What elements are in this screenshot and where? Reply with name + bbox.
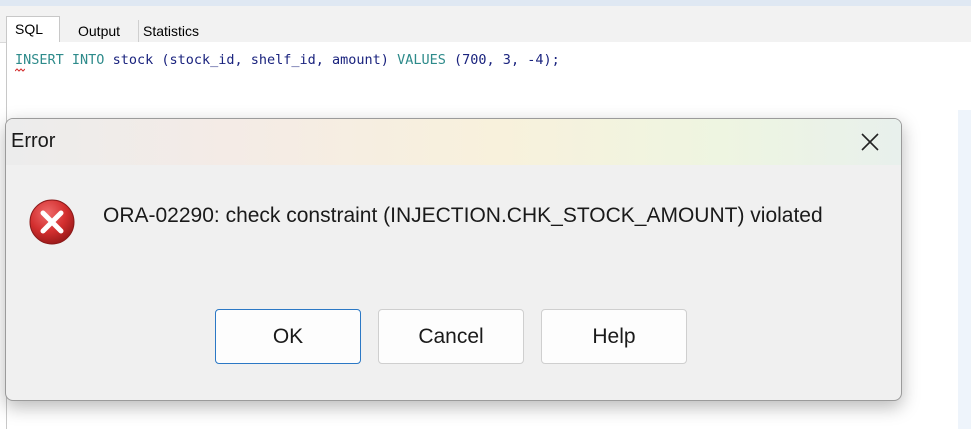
close-icon	[861, 133, 879, 151]
dialog-title: Error	[11, 130, 56, 152]
table-name: stock	[112, 52, 154, 68]
values-open: (	[454, 52, 463, 68]
values-close: );	[543, 52, 560, 68]
tab-output[interactable]: Output	[74, 20, 124, 42]
cancel-button[interactable]: Cancel	[378, 309, 524, 364]
keyword-insert: INSERT	[15, 52, 64, 68]
help-button[interactable]: Help	[541, 309, 687, 364]
tab-bar: SQL Output Statistics	[0, 6, 971, 43]
dialog-titlebar: Error	[6, 119, 901, 165]
keyword-values: VALUES	[397, 52, 446, 68]
column-list: (stock_id, shelf_id, amount)	[161, 52, 389, 68]
value-stock-id: 700	[462, 52, 487, 68]
ok-button[interactable]: OK	[215, 309, 361, 364]
spellcheck-squiggle	[15, 68, 25, 72]
side-panel-edge	[958, 110, 971, 429]
close-button[interactable]	[844, 123, 896, 161]
error-message: ORA-02290: check constraint (INJECTION.C…	[103, 204, 823, 227]
sql-code-line[interactable]: INSERT INTO stock (stock_id, shelf_id, a…	[15, 52, 560, 68]
tab-sql[interactable]: SQL	[6, 16, 60, 43]
value-amount: -4	[527, 52, 544, 68]
keyword-into: INTO	[71, 52, 105, 68]
tab-statistics[interactable]: Statistics	[138, 20, 203, 42]
error-icon	[29, 199, 75, 245]
value-shelf-id: 3	[502, 52, 511, 68]
error-dialog: Error ORA-02290: check constraint (INJEC…	[5, 118, 902, 401]
